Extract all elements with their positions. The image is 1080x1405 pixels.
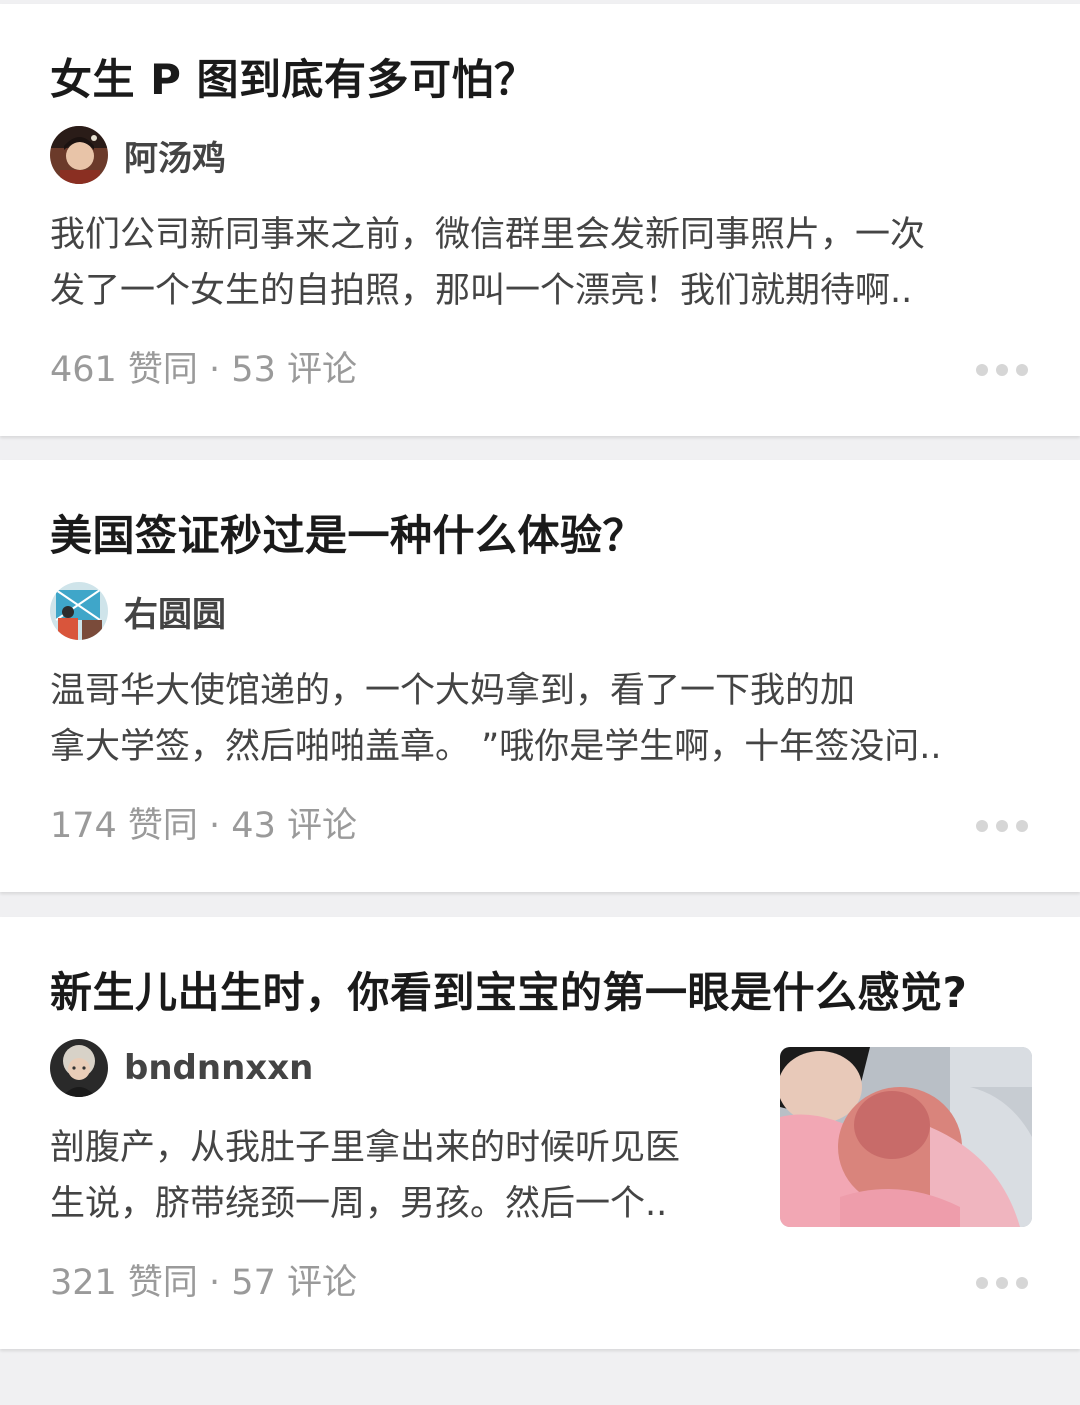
author-row[interactable]: 阿汤鸡 — [50, 126, 226, 184]
excerpt-line: 温哥华大使馆递的，一个大妈拿到，看了一下我的加 — [50, 671, 856, 711]
avatar[interactable] — [50, 1039, 108, 1097]
answer-thumbnail-image[interactable] — [780, 1047, 1032, 1227]
author-row[interactable]: 右圆圆 — [50, 582, 226, 640]
excerpt-line: 拿大学签，然后啪啪盖章。 ”哦你是学生啊，十年签没问.. — [50, 727, 942, 767]
dot — [976, 820, 988, 832]
answer-feed: 女生 P 图到底有多可怕？ 阿汤鸡 我们公司新同事来之前，微信群里会发新同事照片… — [0, 0, 1080, 1405]
excerpt-line: 剖腹产，从我肚子里拿出来的时候听见医 — [50, 1128, 681, 1168]
answer-excerpt[interactable]: 温哥华大使馆递的，一个大妈拿到，看了一下我的加 拿大学签，然后啪啪盖章。 ”哦你… — [50, 663, 942, 775]
dot — [976, 364, 988, 376]
dot — [996, 1277, 1008, 1289]
feed-card[interactable]: 新生儿出生时，你看到宝宝的第一眼是什么感觉? bndnnxxn 剖腹产，从我肚子… — [0, 917, 1080, 1349]
dot — [996, 820, 1008, 832]
avatar[interactable] — [50, 126, 108, 184]
vote-comment-stats: 174 赞同 · 43 评论 — [50, 806, 357, 846]
more-horizontal-icon[interactable] — [976, 817, 1028, 835]
feed-card[interactable]: 女生 P 图到底有多可怕？ 阿汤鸡 我们公司新同事来之前，微信群里会发新同事照片… — [0, 4, 1080, 436]
excerpt-line: 发了一个女生的自拍照，那叫一个漂亮！我们就期待啊.. — [50, 271, 913, 311]
dot — [1016, 1277, 1028, 1289]
dot — [1016, 364, 1028, 376]
more-horizontal-icon[interactable] — [976, 1274, 1028, 1292]
dot — [1016, 820, 1028, 832]
author-name[interactable]: 阿汤鸡 — [124, 131, 226, 180]
dot — [976, 1277, 988, 1289]
dot — [996, 364, 1008, 376]
avatar[interactable] — [50, 582, 108, 640]
author-row[interactable]: bndnnxxn — [50, 1039, 313, 1097]
vote-comment-stats: 321 赞同 · 57 评论 — [50, 1263, 357, 1303]
excerpt-line: 我们公司新同事来之前，微信群里会发新同事照片，一次 — [50, 215, 926, 255]
author-name[interactable]: 右圆圆 — [124, 587, 226, 636]
vote-comment-stats: 461 赞同 · 53 评论 — [50, 350, 357, 390]
answer-excerpt[interactable]: 剖腹产，从我肚子里拿出来的时候听见医 生说，脐带绕颈一周，男孩。然后一个.. — [50, 1120, 680, 1232]
answer-excerpt[interactable]: 我们公司新同事来之前，微信群里会发新同事照片，一次 发了一个女生的自拍照，那叫一… — [50, 207, 925, 319]
question-title[interactable]: 女生 P 图到底有多可怕？ — [50, 52, 537, 108]
author-name[interactable]: bndnnxxn — [124, 1048, 313, 1088]
more-horizontal-icon[interactable] — [976, 361, 1028, 379]
excerpt-line: 生说，脐带绕颈一周，男孩。然后一个.. — [50, 1184, 668, 1224]
feed-card[interactable]: 美国签证秒过是一种什么体验？ 右圆圆 温哥华大使馆递的，一个大妈拿到，看了一下我… — [0, 460, 1080, 892]
question-title[interactable]: 美国签证秒过是一种什么体验？ — [50, 508, 645, 564]
question-title[interactable]: 新生儿出生时，你看到宝宝的第一眼是什么感觉? — [50, 965, 967, 1021]
